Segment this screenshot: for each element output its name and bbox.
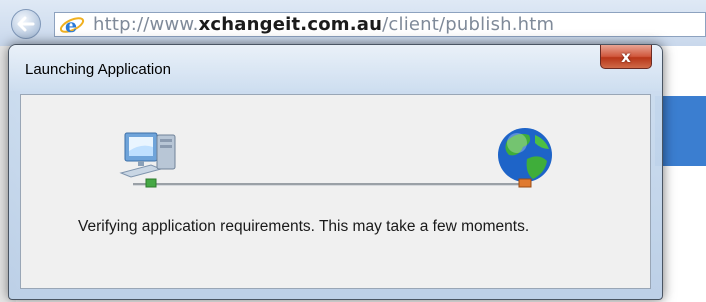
dialog-content [20,94,651,289]
svg-text:e: e [65,15,77,36]
url-text: http://www.xchangeit.com.au/client/publi… [93,14,555,35]
address-bar[interactable]: e http://www.xchangeit.com.au/client/pub… [54,12,706,37]
close-button[interactable]: x [600,45,652,69]
back-arrow-icon [17,16,35,32]
globe-icon [498,128,552,188]
computer-icon [119,132,176,188]
connection-graphic [119,128,552,188]
dialog-title: Launching Application [25,61,171,78]
close-icon: x [621,47,631,66]
internet-explorer-icon: e [59,15,85,36]
back-button[interactable] [11,9,41,39]
launching-application-dialog: Launching Application x Verifying applic… [8,44,663,300]
dialog-title-bar[interactable]: Launching Application x [9,45,662,91]
status-message: Verifying application requirements. This… [78,218,530,235]
